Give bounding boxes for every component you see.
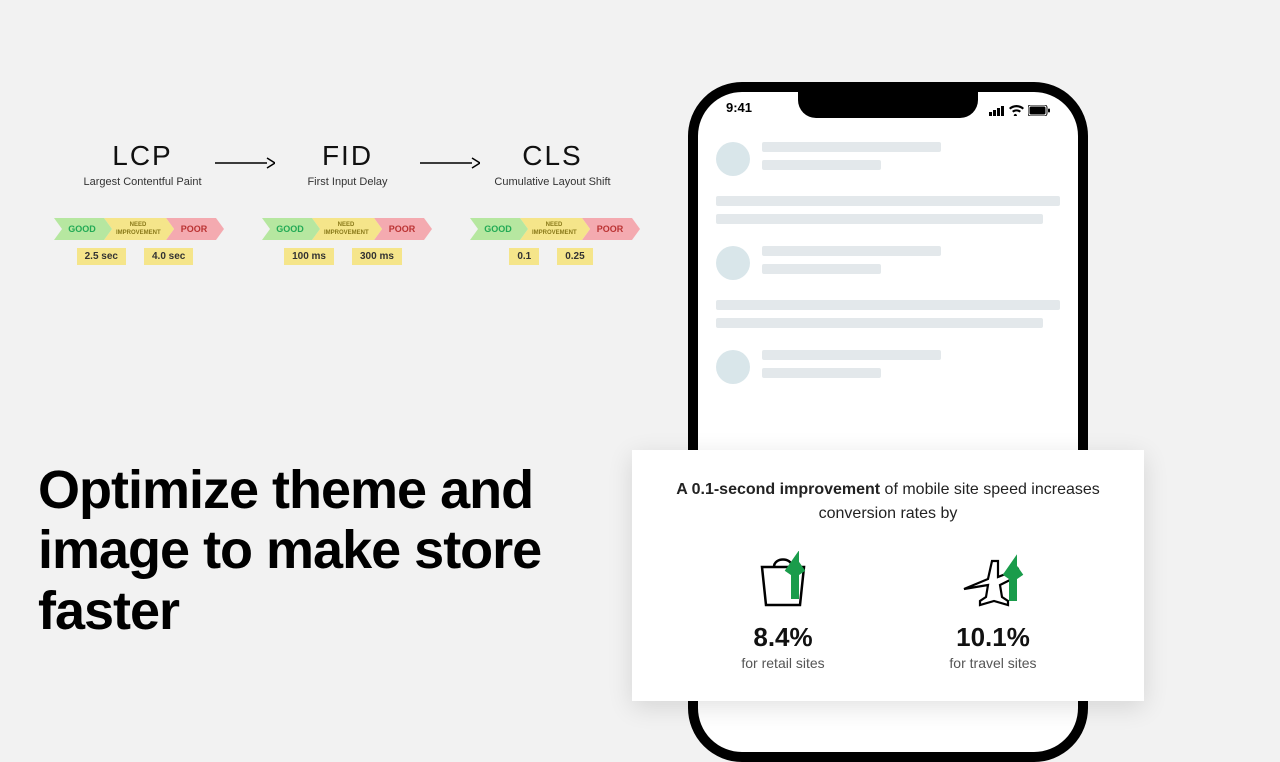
status-time: 9:41 bbox=[726, 100, 752, 120]
badge-needs-improvement: NEEDIMPROVEMENT bbox=[520, 218, 582, 240]
threshold-value: 300 ms bbox=[352, 248, 402, 265]
skeleton-line bbox=[762, 142, 941, 152]
badge-needs-improvement: NEEDIMPROVEMENT bbox=[312, 218, 374, 240]
metric-full: First Input Delay bbox=[307, 176, 387, 188]
conversion-stats-card: A 0.1-second improvement of mobile site … bbox=[632, 450, 1144, 701]
stat-retail: 8.4% for retail sites bbox=[708, 550, 858, 671]
page-headline: Optimize theme and image to make store f… bbox=[38, 460, 648, 641]
threshold-bar: GOOD NEEDIMPROVEMENT POOR bbox=[262, 218, 424, 240]
threshold-value: 100 ms bbox=[284, 248, 334, 265]
metric-cls: CLS Cumulative Layout Shift bbox=[455, 140, 650, 188]
threshold-values: 2.5 sec 4.0 sec bbox=[77, 248, 194, 265]
skeleton-line bbox=[716, 196, 1060, 206]
threshold-lcp: GOOD NEEDIMPROVEMENT POOR 2.5 sec 4.0 se… bbox=[45, 218, 225, 265]
avatar-placeholder bbox=[716, 246, 750, 280]
skeleton-line bbox=[762, 264, 881, 274]
threshold-value: 0.1 bbox=[509, 248, 539, 265]
stat-label: for retail sites bbox=[741, 655, 824, 671]
badge-good: GOOD bbox=[262, 218, 312, 240]
list-item bbox=[716, 246, 1060, 282]
list-item bbox=[716, 350, 1060, 386]
signal-icon bbox=[989, 105, 1005, 116]
metric-full: Largest Contentful Paint bbox=[83, 176, 201, 188]
status-bar: 9:41 bbox=[698, 100, 1078, 120]
threshold-bar: GOOD NEEDIMPROVEMENT POOR bbox=[54, 218, 216, 240]
status-icons bbox=[989, 100, 1050, 120]
threshold-bar: GOOD NEEDIMPROVEMENT POOR bbox=[470, 218, 632, 240]
metric-full: Cumulative Layout Shift bbox=[494, 176, 610, 188]
stat-label: for travel sites bbox=[949, 655, 1036, 671]
stat-headline-bold: A 0.1-second improvement bbox=[676, 481, 880, 498]
airplane-icon bbox=[958, 550, 1028, 610]
skeleton-line bbox=[716, 300, 1060, 310]
stat-percent: 8.4% bbox=[753, 622, 812, 653]
web-vitals-metrics: LCP Largest Contentful Paint FID First I… bbox=[45, 140, 650, 188]
shopping-bag-icon bbox=[752, 550, 814, 610]
badge-good: GOOD bbox=[54, 218, 104, 240]
threshold-cls: GOOD NEEDIMPROVEMENT POOR 0.1 0.25 bbox=[461, 218, 641, 265]
metric-abbr: FID bbox=[322, 140, 373, 172]
stat-columns: 8.4% for retail sites 10.1% for travel s… bbox=[666, 550, 1110, 671]
skeleton-line bbox=[762, 368, 881, 378]
thresholds-row: GOOD NEEDIMPROVEMENT POOR 2.5 sec 4.0 se… bbox=[45, 218, 641, 265]
badge-needs-improvement: NEEDIMPROVEMENT bbox=[104, 218, 166, 240]
stat-travel: 10.1% for travel sites bbox=[918, 550, 1068, 671]
metric-abbr: CLS bbox=[522, 140, 582, 172]
threshold-fid: GOOD NEEDIMPROVEMENT POOR 100 ms 300 ms bbox=[253, 218, 433, 265]
stat-percent: 10.1% bbox=[956, 622, 1030, 653]
list-item bbox=[716, 142, 1060, 178]
badge-good: GOOD bbox=[470, 218, 520, 240]
threshold-value: 4.0 sec bbox=[144, 248, 193, 265]
skeleton-line bbox=[762, 350, 941, 360]
skeleton-line bbox=[716, 318, 1043, 328]
battery-icon bbox=[1028, 105, 1050, 116]
wifi-icon bbox=[1009, 105, 1024, 116]
threshold-values: 100 ms 300 ms bbox=[284, 248, 402, 265]
skeleton-line bbox=[716, 214, 1043, 224]
skeleton-line bbox=[762, 160, 881, 170]
threshold-values: 0.1 0.25 bbox=[509, 248, 592, 265]
threshold-value: 2.5 sec bbox=[77, 248, 126, 265]
avatar-placeholder bbox=[716, 142, 750, 176]
metric-abbr: LCP bbox=[112, 140, 172, 172]
stat-headline: A 0.1-second improvement of mobile site … bbox=[666, 478, 1110, 526]
phone-content-skeleton bbox=[716, 142, 1060, 404]
threshold-value: 0.25 bbox=[557, 248, 592, 265]
skeleton-line bbox=[762, 246, 941, 256]
avatar-placeholder bbox=[716, 350, 750, 384]
